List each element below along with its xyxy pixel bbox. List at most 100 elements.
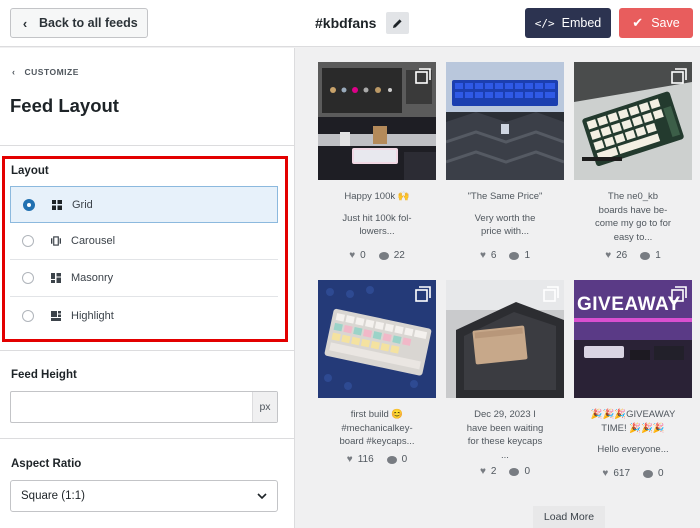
caption-line: ... (501, 449, 509, 461)
feed-height-label: Feed Height (11, 369, 77, 381)
aspect-ratio-value: Square (1:1) (21, 490, 85, 502)
top-bar: ‹ Back to all feeds #kbdfans </> Embed ✔… (0, 0, 700, 47)
post-stats: ♥ 0 22 (318, 250, 436, 261)
caption-line: TIME! 🎉🎉🎉 (601, 422, 665, 434)
comment-count: 22 (393, 250, 405, 261)
comment-icon (640, 251, 651, 260)
feed-post[interactable]: first build 😊 #mechanicalkey- board #key… (318, 280, 436, 465)
post-caption: first build 😊 #mechanicalkey- board #key… (318, 408, 436, 449)
chevron-left-icon: ‹ (22, 15, 28, 31)
post-caption: Dec 29, 2023 I have been waiting for the… (446, 408, 564, 462)
load-more-button[interactable]: Load More (533, 506, 605, 528)
giveaway-overlay-text: GIVEAWAY (577, 294, 681, 315)
back-button-label: Back to all feeds (39, 16, 138, 30)
heart-icon: ♥ (479, 466, 486, 477)
comment-count: 1 (524, 250, 531, 261)
comment-icon (378, 251, 389, 260)
comment-count: 0 (658, 468, 664, 479)
caption-line: Very worth the (474, 212, 536, 224)
like-count: 26 (616, 250, 628, 261)
code-icon: </> (534, 16, 555, 30)
embed-button[interactable]: </> Embed (525, 8, 611, 38)
caption-line: come my go to for (594, 218, 672, 229)
post-stats: ♥ 6 1 (446, 250, 564, 261)
heart-icon: ♥ (346, 454, 353, 465)
gallery-icon (415, 68, 431, 84)
caption-line: have been waiting (466, 422, 544, 434)
edit-feed-name-button[interactable] (386, 12, 410, 34)
comment-count: 0 (524, 466, 531, 477)
post-image[interactable]: GIVEAWAY (574, 280, 692, 398)
like-count: 6 (490, 250, 497, 261)
chevron-down-icon (257, 493, 267, 499)
post-image[interactable] (446, 62, 564, 180)
gallery-icon (415, 286, 431, 302)
aspect-ratio-label: Aspect Ratio (11, 458, 82, 470)
post-image[interactable] (318, 62, 436, 180)
caption-line: for these keycaps (467, 436, 543, 447)
comment-icon (643, 469, 654, 478)
post-stats: ♥ 26 1 (574, 250, 692, 261)
px-unit-label: px (252, 392, 277, 422)
gallery-icon (671, 286, 687, 302)
divider (0, 438, 294, 439)
comment-icon (386, 455, 397, 464)
comment-icon (509, 251, 520, 260)
heart-icon: ♥ (605, 250, 612, 261)
caption-line: easy to... (613, 231, 653, 243)
feed-post[interactable]: The ne0_kb boards have be- come my go to… (574, 62, 692, 261)
caption-line: board #keycaps... (339, 436, 415, 447)
chevron-left-icon: ‹ (12, 67, 16, 77)
feed-height-input[interactable] (11, 392, 252, 422)
post-image[interactable] (574, 62, 692, 180)
post-stats: ♥ 2 0 (446, 466, 564, 477)
save-button-label: Save (651, 16, 680, 30)
post-caption: Happy 100k 🙌 Just hit 100k fol- lowers..… (318, 190, 436, 239)
heart-icon: ♥ (479, 250, 486, 261)
feed-post[interactable]: Happy 100k 🙌 Just hit 100k fol- lowers..… (318, 62, 436, 261)
gallery-icon (543, 286, 559, 302)
customize-sidebar: ‹ CUSTOMIZE Feed Layout Layout Grid Caro… (0, 48, 295, 528)
aspect-ratio-select[interactable]: Square (1:1) (10, 480, 278, 512)
caption-line: boards have be- (598, 204, 668, 216)
post-stats: ♥ 617 0 (574, 468, 692, 479)
customize-breadcrumb[interactable]: ‹ CUSTOMIZE (12, 67, 79, 77)
caption-line: The ne0_kb (607, 191, 659, 202)
like-count: 0 (360, 250, 366, 261)
feed-height-field[interactable]: px (10, 391, 278, 423)
caption-line: Dec 29, 2023 I (474, 409, 536, 420)
caption-line: Just hit 100k fol- (342, 212, 412, 224)
feed-post[interactable]: GIVEAWAY 🎉🎉🎉GIVEAWAY TIME! 🎉🎉🎉 Hello eve… (574, 280, 692, 479)
highlight-annotation-box (2, 156, 288, 342)
like-count: 2 (490, 466, 497, 477)
caption-line: #mechanicalkey- (341, 422, 413, 434)
feed-post[interactable]: Dec 29, 2023 I have been waiting for the… (446, 280, 564, 477)
divider (0, 145, 294, 146)
caption-line: Happy 100k 🙌 (344, 191, 410, 202)
feed-post[interactable]: "The Same Price" Very worth the price wi… (446, 62, 564, 261)
embed-button-label: Embed (561, 16, 602, 30)
like-count: 116 (357, 454, 374, 465)
post-image[interactable] (318, 280, 436, 398)
caption-line: "The Same Price" (467, 191, 543, 202)
post-stats: ♥ 116 0 (318, 454, 436, 465)
like-count: 617 (613, 468, 631, 479)
breadcrumb-label: CUSTOMIZE (24, 67, 79, 77)
feed-name: #kbdfans (315, 15, 377, 31)
post-caption: The ne0_kb boards have be- come my go to… (574, 190, 692, 244)
caption-line: price with... (480, 226, 530, 237)
caption-line: lowers... (359, 226, 395, 237)
checkmark-icon: ✔ (632, 15, 644, 30)
caption-line: Hello everyone... (597, 444, 669, 455)
post-image[interactable] (446, 280, 564, 398)
back-to-feeds-button[interactable]: ‹ Back to all feeds (10, 8, 148, 38)
feed-preview: Happy 100k 🙌 Just hit 100k fol- lowers..… (296, 48, 700, 528)
heart-icon: ♥ (349, 250, 356, 261)
divider (0, 350, 294, 351)
post-caption: "The Same Price" Very worth the price wi… (446, 190, 564, 239)
post-caption: 🎉🎉🎉GIVEAWAY TIME! 🎉🎉🎉 Hello everyone... (574, 408, 692, 457)
save-button[interactable]: ✔ Save (619, 8, 693, 38)
comment-count: 1 (655, 250, 661, 261)
heart-icon: ♥ (602, 468, 609, 479)
caption-line: first build 😊 (350, 409, 404, 420)
